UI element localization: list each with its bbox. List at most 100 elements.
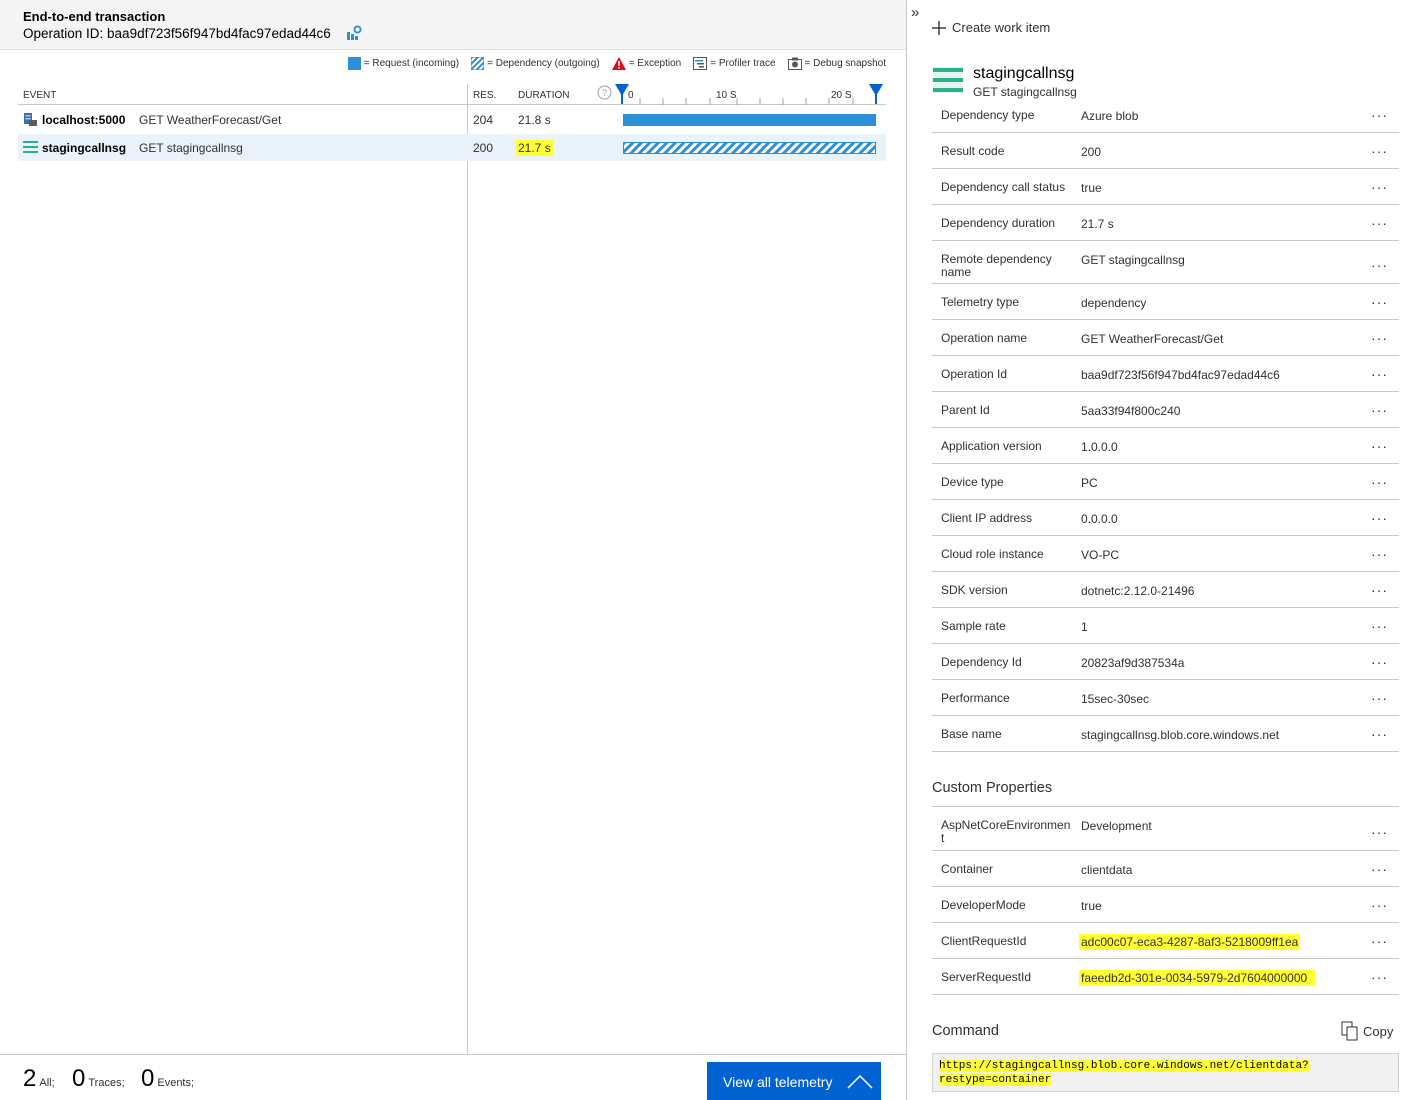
duration: 21.7 s xyxy=(516,140,553,156)
count-events[interactable]: 0 Events; xyxy=(141,1065,194,1093)
more-options-icon[interactable]: ··· xyxy=(1371,215,1388,231)
profiler-trace-icon xyxy=(693,57,708,70)
count-traces[interactable]: 0 Traces; xyxy=(72,1065,125,1093)
prop-row: Operation Id baa9df723f56f947bd4fac97edad… xyxy=(932,356,1399,392)
prop-row: DeveloperMode true ··· xyxy=(932,887,1399,923)
prop-row: Sample rate 1 ··· xyxy=(932,608,1399,644)
tick-marks xyxy=(639,98,854,105)
event-name: GET stagingcallnsg xyxy=(139,141,243,155)
more-options-icon[interactable]: ··· xyxy=(1371,294,1388,310)
more-options-icon[interactable]: ··· xyxy=(1371,726,1388,742)
view-all-telemetry-button[interactable]: View all telemetry xyxy=(707,1062,881,1100)
duration: 21.8 s xyxy=(518,113,551,127)
more-options-icon[interactable]: ··· xyxy=(1371,438,1388,454)
server-icon xyxy=(24,113,37,126)
prop-row: Telemetry type dependency ··· xyxy=(932,284,1399,320)
table-row[interactable]: localhost:5000 GET WeatherForecast/Get 2… xyxy=(18,106,886,133)
operation-id: Operation ID: baa9df723f56f947bd4fac97ed… xyxy=(23,26,331,41)
svg-text:?: ? xyxy=(602,88,607,98)
result-code: 204 xyxy=(473,113,494,127)
transaction-pane: End-to-end transaction Operation ID: baa… xyxy=(0,0,906,1100)
prop-row: Operation name GET WeatherForecast/Get ··· xyxy=(932,320,1399,356)
more-options-icon[interactable]: ··· xyxy=(1371,969,1388,985)
more-options-icon[interactable]: ··· xyxy=(1371,582,1388,598)
timeline-end-marker-icon[interactable] xyxy=(869,84,883,104)
page-title: End-to-end transaction xyxy=(23,9,166,24)
storage-icon xyxy=(933,67,963,93)
legend: = Request (incoming) = Dependency (outgo… xyxy=(336,57,886,70)
request-duration-bar xyxy=(623,114,876,126)
prop-row: Dependency Id 20823af9d387534a ··· xyxy=(932,644,1399,680)
command-text[interactable]: https://stagingcallnsg.blob.core.windows… xyxy=(932,1053,1399,1092)
prop-row: Parent Id 5aa33f94f800c240 ··· xyxy=(932,392,1399,428)
debug-snapshot-icon xyxy=(787,57,802,70)
prop-row: Performance 15sec-30sec ··· xyxy=(932,680,1399,716)
more-options-icon[interactable]: ··· xyxy=(1371,366,1388,382)
prop-row: Client IP address 0.0.0.0 ··· xyxy=(932,500,1399,536)
column-duration[interactable]: DURATION xyxy=(518,90,569,101)
create-work-item-button[interactable]: Create work item xyxy=(932,20,1050,35)
prop-row: Remote dependency name GET stagingcallnsg… xyxy=(932,241,1399,284)
prop-row: AspNetCoreEnvironment Development ··· xyxy=(932,807,1399,851)
event-source: stagingcallnsg xyxy=(42,141,127,155)
prop-row: Device type PC ··· xyxy=(932,464,1399,500)
details-title: stagingcallnsg xyxy=(973,65,1075,82)
details-subtitle: GET stagingcallnsg xyxy=(973,85,1077,99)
custom-properties-heading: Custom Properties xyxy=(932,780,1053,796)
more-options-icon[interactable]: ··· xyxy=(1371,618,1388,634)
related-items-icon[interactable] xyxy=(346,25,362,41)
prop-row: Application version 1.0.0.0 ··· xyxy=(932,428,1399,464)
command-line: restype=container xyxy=(939,1074,1052,1086)
legend-dependency: = Dependency (outgoing) xyxy=(471,57,600,70)
transaction-header: End-to-end transaction Operation ID: baa… xyxy=(0,0,906,50)
legend-profiler: = Profiler trace xyxy=(693,57,776,70)
result-code: 200 xyxy=(473,141,494,155)
prop-row: Cloud role instance VO-PC ··· xyxy=(932,536,1399,572)
prop-row: Dependency duration 21.7 s ··· xyxy=(932,205,1399,241)
prop-row: SDK version dotnetc:2.12.0-21496 ··· xyxy=(932,572,1399,608)
collapse-pane-icon[interactable]: » xyxy=(911,4,919,21)
legend-snapshot: = Debug snapshot xyxy=(787,57,886,70)
exception-warning-icon xyxy=(611,57,626,70)
chevron-up-icon xyxy=(847,1074,873,1089)
column-divider[interactable] xyxy=(467,84,468,1054)
more-options-icon[interactable]: ··· xyxy=(1371,897,1388,913)
prop-row: Dependency type Azure blob ··· xyxy=(932,100,1399,133)
column-res[interactable]: RES. xyxy=(473,90,496,101)
prop-row: ClientRequestId adc00c07-eca3-4287-8af3-5… xyxy=(932,923,1399,959)
footer: 2 All; 0 Traces; 0 Events; View all telemet… xyxy=(0,1054,906,1100)
table-row-selected[interactable]: stagingcallnsg GET stagingcallnsg 200 21… xyxy=(18,134,886,161)
help-icon[interactable]: ? xyxy=(597,85,612,100)
prop-row: Container clientdata ··· xyxy=(932,851,1399,887)
event-source: localhost:5000 xyxy=(42,113,126,127)
prop-row: Dependency call status true ··· xyxy=(932,169,1399,205)
more-options-icon[interactable]: ··· xyxy=(1371,107,1388,123)
legend-exception: = Exception xyxy=(611,57,681,70)
copy-icon xyxy=(1341,1021,1358,1041)
more-options-icon[interactable]: ··· xyxy=(1371,546,1388,562)
column-event[interactable]: EVENT xyxy=(23,90,56,101)
more-options-icon[interactable]: ··· xyxy=(1371,690,1388,706)
storage-icon xyxy=(23,141,38,154)
command-heading: Command xyxy=(932,1023,999,1039)
more-options-icon[interactable]: ··· xyxy=(1371,861,1388,877)
prop-row: Base name stagingcallnsg.blob.core.window… xyxy=(932,716,1399,752)
legend-request: = Request (incoming) xyxy=(347,57,459,70)
dependency-swatch-icon xyxy=(471,57,485,70)
more-options-icon[interactable]: ··· xyxy=(1371,933,1388,949)
more-options-icon[interactable]: ··· xyxy=(1371,179,1388,195)
more-options-icon[interactable]: ··· xyxy=(1371,143,1388,159)
more-options-icon[interactable]: ··· xyxy=(1371,257,1388,273)
more-options-icon[interactable]: ··· xyxy=(1371,474,1388,490)
timeline-axis: 0 10 S 20 S xyxy=(615,84,886,105)
details-pane: » Create work item stagingcallnsg GET st… xyxy=(906,0,1407,1100)
more-options-icon[interactable]: ··· xyxy=(1371,824,1388,840)
count-all[interactable]: 2 All; xyxy=(23,1065,55,1093)
command-line: https://stagingcallnsg.blob.core.windows… xyxy=(939,1060,1309,1072)
more-options-icon[interactable]: ··· xyxy=(1371,654,1388,670)
more-options-icon[interactable]: ··· xyxy=(1371,510,1388,526)
more-options-icon[interactable]: ··· xyxy=(1371,330,1388,346)
copy-button[interactable]: Copy xyxy=(1341,1021,1393,1041)
more-options-icon[interactable]: ··· xyxy=(1371,402,1388,418)
plus-icon xyxy=(932,20,946,35)
